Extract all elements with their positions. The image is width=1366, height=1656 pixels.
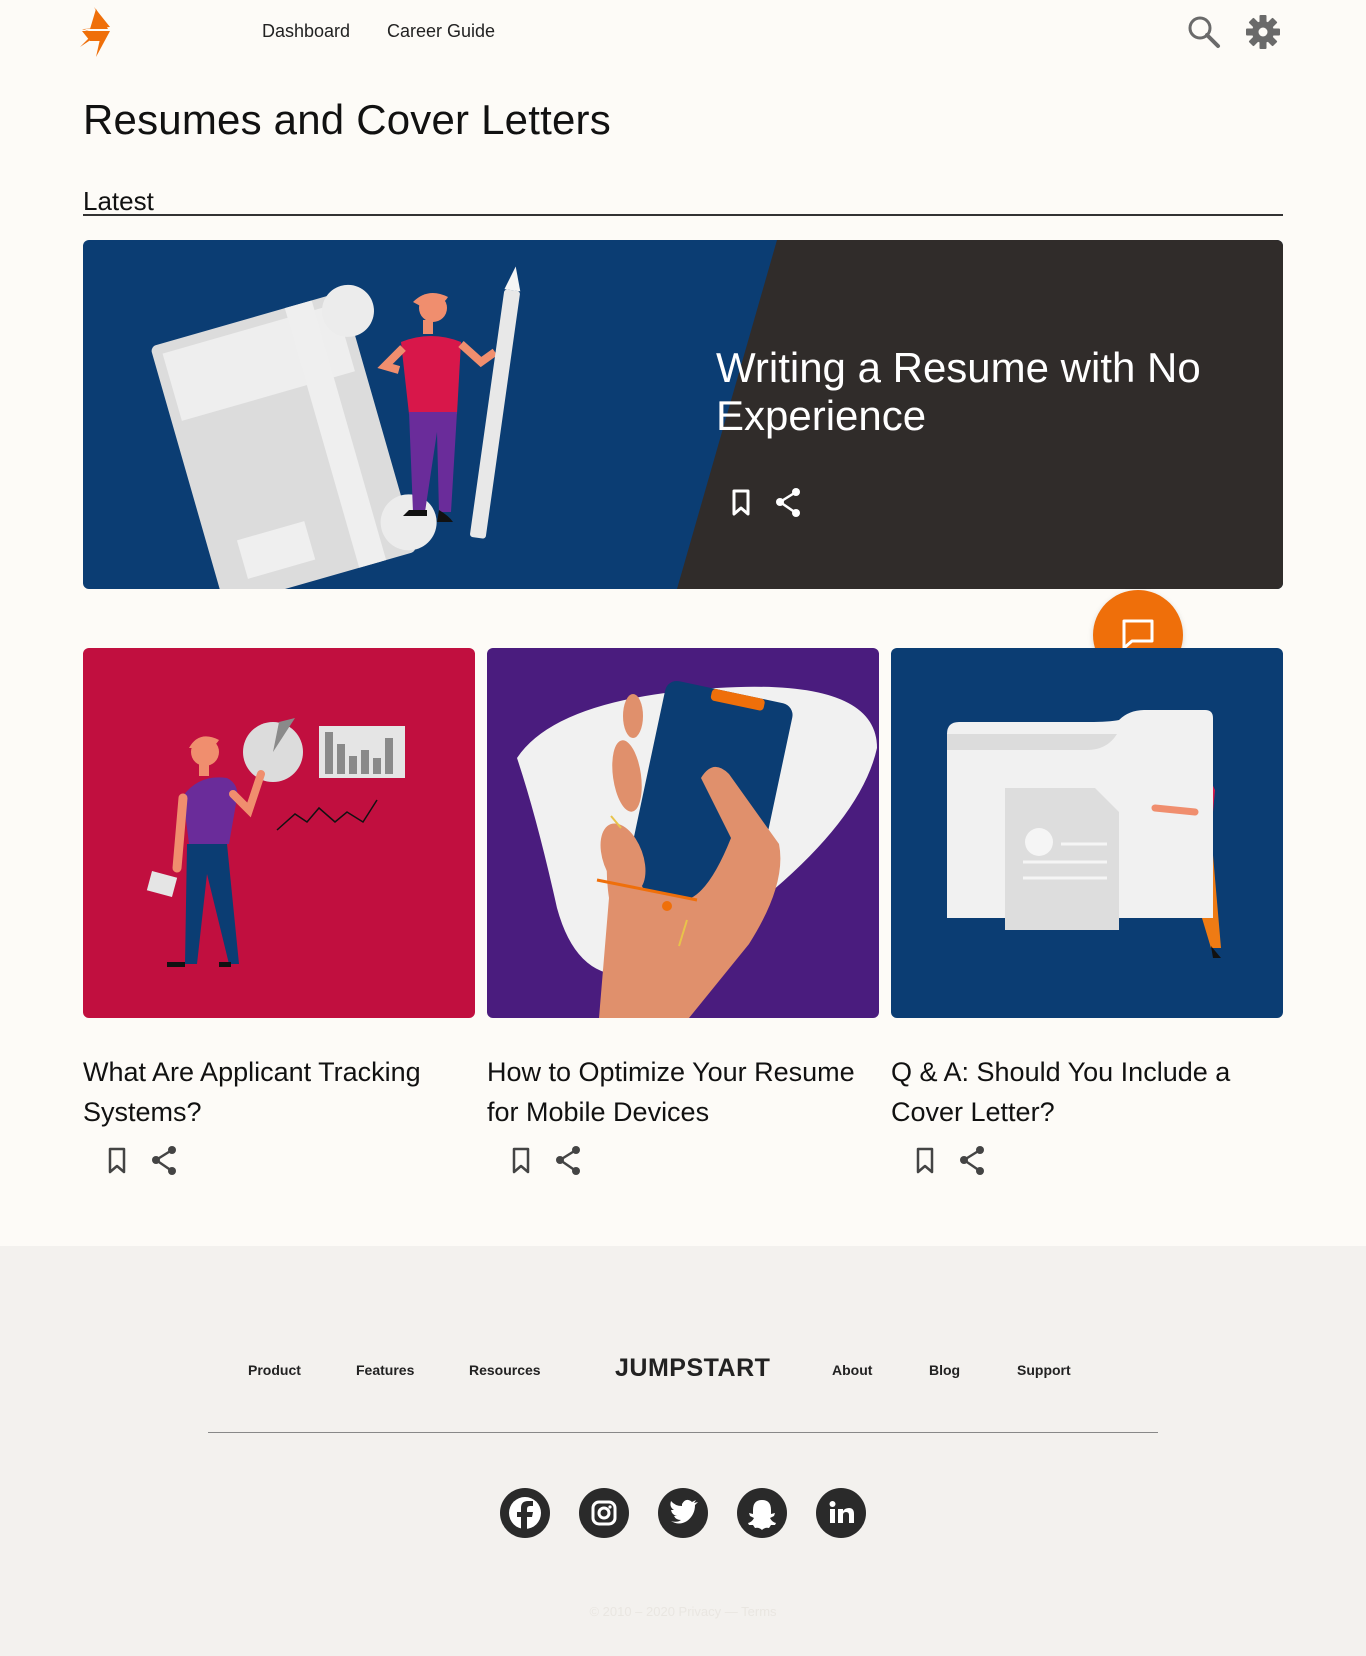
section-divider	[83, 214, 1283, 216]
article-title[interactable]: Q & A: Should You Include a Cover Letter…	[891, 1052, 1283, 1132]
gear-icon[interactable]	[1245, 14, 1281, 50]
share-icon[interactable]	[771, 484, 807, 520]
footer-brand[interactable]: JUMPSTART	[615, 1354, 770, 1383]
article-title[interactable]: How to Optimize Your Resume for Mobile D…	[487, 1052, 879, 1132]
article-title[interactable]: What Are Applicant Tracking Systems?	[83, 1052, 475, 1132]
footer-link-support[interactable]: Support	[1017, 1362, 1071, 1378]
article-card: Q & A: Should You Include a Cover Letter…	[891, 648, 1283, 1178]
nav-career-guide[interactable]: Career Guide	[387, 21, 495, 42]
footer: Product Features Resources JUMPSTART Abo…	[0, 1246, 1366, 1656]
twitter-icon[interactable]	[658, 1488, 708, 1538]
cover-letter-illustration[interactable]	[891, 648, 1283, 1018]
instagram-icon[interactable]	[579, 1488, 629, 1538]
article-actions	[907, 1142, 1283, 1178]
footer-link-product[interactable]: Product	[248, 1362, 301, 1378]
linkedin-icon[interactable]	[816, 1488, 866, 1538]
footer-divider	[208, 1432, 1158, 1433]
footer-link-about[interactable]: About	[832, 1362, 872, 1378]
ats-illustration[interactable]	[83, 648, 475, 1018]
article-card: How to Optimize Your Resume for Mobile D…	[487, 648, 879, 1178]
resume-illustration	[151, 266, 521, 589]
search-icon[interactable]	[1186, 14, 1222, 50]
share-icon[interactable]	[955, 1142, 991, 1178]
section-label-latest: Latest	[83, 186, 154, 216]
hero-title[interactable]: Writing a Resume with No Experience	[716, 344, 1236, 440]
footer-link-resources[interactable]: Resources	[469, 1362, 541, 1378]
top-nav: Dashboard Career Guide	[0, 0, 1366, 64]
mobile-illustration[interactable]	[487, 648, 879, 1018]
footer-link-features[interactable]: Features	[356, 1362, 414, 1378]
nav-dashboard[interactable]: Dashboard	[262, 21, 350, 42]
footer-link-blog[interactable]: Blog	[929, 1362, 960, 1378]
share-icon[interactable]	[147, 1142, 183, 1178]
copyright-text: © 2010 – 2020 Privacy — Terms	[589, 1604, 777, 1619]
bookmark-icon[interactable]	[907, 1142, 943, 1178]
bookmark-icon[interactable]	[723, 484, 759, 520]
article-card: What Are Applicant Tracking Systems?	[83, 648, 475, 1178]
featured-article-card[interactable]: Writing a Resume with No Experience	[83, 240, 1283, 589]
article-actions	[503, 1142, 879, 1178]
bookmark-icon[interactable]	[99, 1142, 135, 1178]
share-icon[interactable]	[551, 1142, 587, 1178]
hero-actions	[723, 484, 815, 520]
snapchat-icon[interactable]	[737, 1488, 787, 1538]
article-actions	[99, 1142, 475, 1178]
lightning-logo[interactable]	[80, 7, 124, 57]
bookmark-icon[interactable]	[503, 1142, 539, 1178]
facebook-icon[interactable]	[500, 1488, 550, 1538]
page-title: Resumes and Cover Letters	[83, 96, 611, 143]
